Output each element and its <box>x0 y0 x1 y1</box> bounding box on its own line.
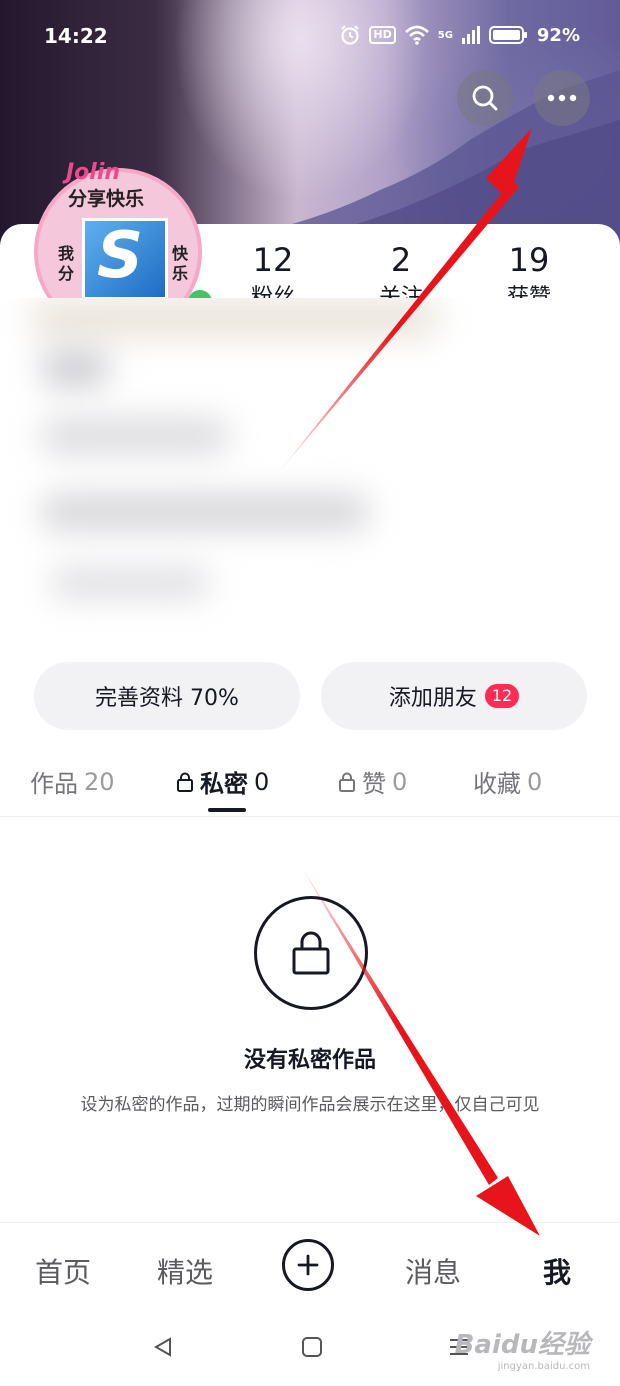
tab-count: 20 <box>84 767 115 796</box>
signal-icon <box>461 26 480 44</box>
alarm-icon <box>341 25 360 45</box>
add-friend-badge: 12 <box>484 684 520 708</box>
battery-percent: 92% <box>536 24 580 46</box>
empty-state-description: 设为私密的作品，过期的瞬间作品会展示在这里，仅自己可见 <box>80 1095 540 1115</box>
back-icon[interactable] <box>152 1336 174 1358</box>
battery-icon <box>488 26 527 44</box>
complete-profile-button[interactable]: 完善资料 70% <box>34 662 300 730</box>
tab-count: 0 <box>254 767 270 796</box>
stat-number: 12 <box>252 241 294 279</box>
tab-label: 收藏 <box>473 770 521 798</box>
more-dots-icon <box>547 94 577 102</box>
add-friend-button[interactable]: 添加朋友 12 <box>321 662 587 730</box>
status-bar: 14:22 HD 5G 92% <box>0 22 620 54</box>
stat-number: 2 <box>390 241 412 279</box>
avatar-subtitle: 分享快乐 <box>68 188 145 210</box>
add-friend-label: 添加朋友 <box>388 686 477 711</box>
avatar-logo: S <box>82 218 168 300</box>
search-icon <box>472 85 498 111</box>
nav-messages[interactable]: 消息 <box>405 1251 461 1291</box>
tab-private[interactable]: 私密 0 <box>176 764 269 799</box>
wifi-icon <box>404 25 429 45</box>
plus-icon <box>297 1254 319 1276</box>
watermark: Baidu经验 jingyan.baidu.com <box>455 1324 590 1372</box>
avatar-title: Jolin <box>66 160 121 185</box>
nav-me[interactable]: 我 <box>543 1251 571 1291</box>
blurred-profile-info <box>0 298 620 658</box>
search-button[interactable] <box>457 70 513 126</box>
stat-number: 19 <box>508 241 550 279</box>
active-tab-indicator <box>208 808 246 812</box>
create-post-button[interactable] <box>282 1239 334 1291</box>
more-button[interactable] <box>534 70 590 126</box>
avatar-side-text-right: 快乐 <box>172 244 189 283</box>
tab-favorites[interactable]: 收藏 0 <box>473 764 542 799</box>
tab-works[interactable]: 作品 20 <box>30 764 115 799</box>
lock-icon <box>339 772 355 792</box>
status-time: 14:22 <box>44 24 108 48</box>
home-icon[interactable] <box>301 1336 323 1358</box>
nav-featured[interactable]: 精选 <box>157 1251 213 1291</box>
tab-label: 作品 <box>30 770 78 798</box>
avatar-side-text-left: 我分 <box>58 244 75 283</box>
watermark-url: jingyan.baidu.com <box>497 1361 590 1372</box>
tab-count: 0 <box>527 767 543 796</box>
tab-label: 私密 <box>200 770 248 798</box>
hd-icon: HD <box>369 26 396 44</box>
content-tabs: 作品 20 私密 0 赞 0 收藏 0 <box>0 750 620 817</box>
nav-home[interactable]: 首页 <box>35 1251 91 1291</box>
tab-label: 赞 <box>362 770 386 798</box>
tab-liked[interactable]: 赞 0 <box>338 764 407 799</box>
lock-icon <box>177 772 193 792</box>
empty-state-title: 没有私密作品 <box>243 1048 376 1073</box>
system-navigation-bar: Baidu经验 jingyan.baidu.com <box>0 1318 620 1386</box>
private-lock-icon <box>254 896 368 1010</box>
watermark-brand: Baidu经验 <box>454 1330 590 1360</box>
tab-count: 0 <box>392 767 408 796</box>
avatar[interactable]: S 我分 快乐 Jolin 分享快乐 <box>30 150 212 336</box>
network-type: 5G <box>437 29 453 41</box>
bottom-navigation: 首页 精选 消息 我 <box>0 1222 620 1319</box>
complete-profile-label: 完善资料 70% <box>95 686 239 711</box>
